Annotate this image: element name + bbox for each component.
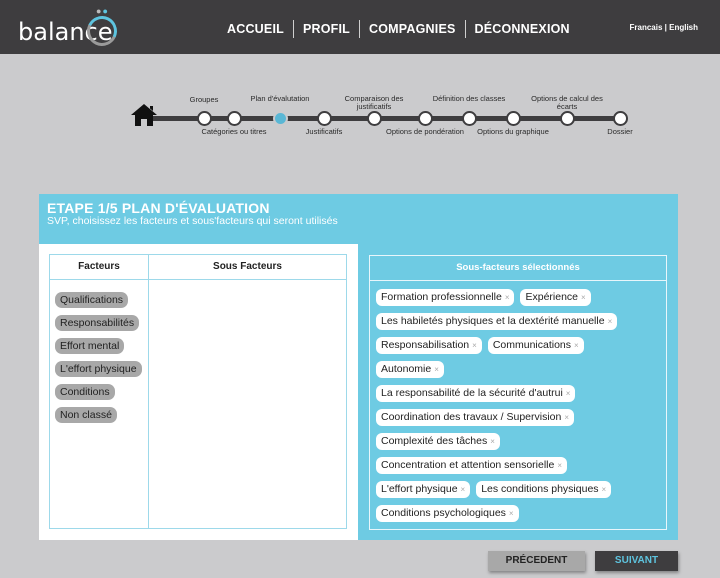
chip-label: Formation professionnelle	[381, 291, 502, 303]
step-dot[interactable]	[613, 111, 628, 126]
selected-subfactor-chip: Concentration et attention sensorielle ×	[376, 457, 568, 474]
factor-chip[interactable]: Non classé	[55, 407, 117, 423]
chip-label: Les habiletés physiques et la dextérité …	[381, 315, 605, 327]
step-label: Dossier	[607, 127, 633, 136]
remove-icon[interactable]: ×	[581, 293, 586, 302]
nav-profil[interactable]: PROFIL	[294, 22, 359, 36]
previous-button[interactable]: PRÉCEDENT	[488, 551, 585, 571]
step-label: Groupes	[189, 95, 219, 104]
chip-label: Responsabilisation	[381, 339, 470, 351]
remove-icon[interactable]: ×	[505, 293, 510, 302]
step-label: Définition des classes	[432, 94, 506, 103]
remove-icon[interactable]: ×	[574, 341, 579, 350]
step-label: Options de pondération	[386, 127, 464, 136]
remove-icon[interactable]: ×	[490, 437, 495, 446]
step-label: Comparaison des justificatifs	[344, 94, 404, 111]
selected-subfactor-chip: Responsabilisation ×	[376, 337, 482, 354]
selected-subfactors-list: Formation professionnelle × Expérience × Les…	[370, 281, 660, 529]
selected-subfactor-chip: Les conditions physiques ×	[476, 481, 612, 498]
selected-subfactor-chip: Autonomie ×	[376, 361, 444, 378]
progress-stepper: Groupes Catégories ou titres Plan d'évalut…	[130, 92, 650, 152]
chip-label: Complexité des tâches	[381, 435, 488, 447]
chip-label: L'effort physique	[381, 483, 458, 495]
chip-label: Expérience	[525, 291, 579, 303]
factor-chip[interactable]: Responsabilités	[55, 315, 140, 331]
selected-subfactor-chip: Communications ×	[487, 337, 584, 354]
factor-chip[interactable]: L'effort physique	[55, 361, 142, 377]
remove-icon[interactable]: ×	[434, 365, 439, 374]
selected-subfactor-chip: Conditions psychologiques ×	[376, 505, 519, 522]
step-label: Options de calcul des écarts	[531, 94, 603, 111]
remove-icon[interactable]: ×	[564, 413, 569, 422]
factors-table: Facteurs Qualifications Responsabilités Ef…	[49, 254, 347, 529]
step-dot[interactable]	[418, 111, 433, 126]
selected-subfactor-chip: Formation professionnelle ×	[376, 289, 515, 306]
remove-icon[interactable]: ×	[602, 485, 607, 494]
step-dot[interactable]	[367, 111, 382, 126]
selected-subfactor-chip: L'effort physique ×	[376, 481, 471, 498]
evaluation-plan-card: ETAPE 1/5 PLAN D'ÉVALUATION SVP, choisis…	[39, 194, 678, 540]
chip-label: La responsabilité de la sécurité d'autru…	[381, 387, 563, 399]
remove-icon[interactable]: ×	[557, 461, 562, 470]
home-icon[interactable]	[130, 103, 158, 127]
language-switch[interactable]: Francais | English	[630, 23, 698, 32]
selected-subfactor-chip: Les habiletés physiques et la dextérité …	[376, 313, 618, 330]
factors-list: Qualifications Responsabilités Effort ment…	[50, 280, 148, 428]
factors-header: Facteurs	[50, 255, 148, 280]
remove-icon[interactable]: ×	[509, 509, 514, 518]
card-title: ETAPE 1/5 PLAN D'ÉVALUATION	[47, 200, 270, 216]
chip-label: Autonomie	[381, 363, 432, 375]
step-dot[interactable]	[197, 111, 212, 126]
people-icon: ●●	[96, 6, 109, 16]
subfactors-header: Sous Facteurs	[149, 255, 346, 280]
balance-logo[interactable]: ●● balance	[18, 4, 122, 54]
card-subtitle: SVP, choisissez les facteurs et sous'fac…	[47, 215, 338, 227]
step-dot[interactable]	[506, 111, 521, 126]
selected-subfactors-box: Sous-facteurs sélectionnés Formation pro…	[369, 255, 667, 530]
subfactors-column: Sous Facteurs	[149, 255, 346, 528]
selected-subfactor-chip: Complexité des tâches ×	[376, 433, 500, 450]
chip-label: Communications	[492, 339, 572, 351]
selected-subfactors-header: Sous-facteurs sélectionnés	[370, 256, 666, 281]
nav-accueil[interactable]: ACCUEIL	[218, 22, 293, 36]
factor-chip[interactable]: Conditions	[55, 384, 115, 400]
main-nav: ACCUEIL PROFIL COMPAGNIES DÉCONNEXION	[218, 20, 579, 38]
factors-column: Facteurs Qualifications Responsabilités Ef…	[50, 255, 149, 528]
nav-deconnexion[interactable]: DÉCONNEXION	[466, 22, 579, 36]
step-dot[interactable]	[317, 111, 332, 126]
step-dot[interactable]	[462, 111, 477, 126]
nav-compagnies[interactable]: COMPAGNIES	[360, 22, 465, 36]
factor-chip[interactable]: Effort mental	[55, 338, 125, 354]
step-label: Options du graphique	[477, 127, 549, 136]
remove-icon[interactable]: ×	[608, 317, 613, 326]
step-label: Justificatifs	[305, 127, 343, 136]
factors-panel: Facteurs Qualifications Responsabilités Ef…	[39, 244, 358, 540]
factor-chip[interactable]: Qualifications	[55, 292, 129, 308]
stepper-track	[148, 116, 626, 121]
selected-subfactor-chip: Coordination des travaux / Supervision ×	[376, 409, 575, 426]
chip-label: Les conditions physiques	[481, 483, 599, 495]
top-header: ●● balance ACCUEIL PROFIL COMPAGNIES DÉC…	[0, 0, 720, 54]
remove-icon[interactable]: ×	[472, 341, 477, 350]
next-button[interactable]: SUIVANT	[595, 551, 678, 571]
chip-label: Conditions psychologiques	[381, 507, 506, 519]
selected-subfactor-chip: Expérience ×	[520, 289, 591, 306]
selected-subfactor-chip: La responsabilité de la sécurité d'autru…	[376, 385, 576, 402]
step-dot[interactable]	[560, 111, 575, 126]
chip-label: Coordination des travaux / Supervision	[381, 411, 562, 423]
step-dot[interactable]	[227, 111, 242, 126]
remove-icon[interactable]: ×	[566, 389, 571, 398]
chip-label: Concentration et attention sensorielle	[381, 459, 555, 471]
step-label: Catégories ou titres	[201, 127, 267, 136]
remove-icon[interactable]: ×	[461, 485, 466, 494]
step-dot[interactable]	[273, 111, 288, 126]
step-label: Plan d'évalutation	[250, 94, 310, 103]
